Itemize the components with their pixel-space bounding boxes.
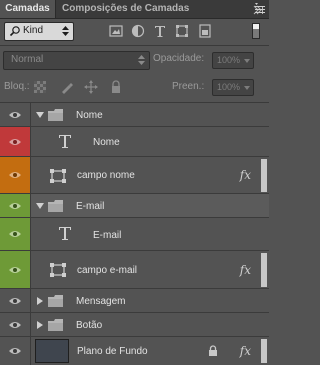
layer-name: Nome xyxy=(93,137,120,148)
shape-icon[interactable] xyxy=(175,24,189,38)
layer-background[interactable]: Plano de Fundo fx xyxy=(0,337,269,365)
layer-name: Botão xyxy=(76,320,103,331)
filter-kind-select[interactable]: Kind xyxy=(4,22,74,41)
layer-group-botao[interactable]: Botão xyxy=(0,313,269,337)
expand-arrow-down-icon[interactable] xyxy=(36,112,44,118)
tab-composicoes-de-camadas[interactable]: Composições de Camadas xyxy=(62,0,189,18)
adjustment-icon[interactable] xyxy=(131,24,145,38)
layer-name: Nome xyxy=(76,110,103,121)
layer-effects-icon[interactable]: fx xyxy=(240,344,251,358)
visibility-toggle[interactable] xyxy=(0,127,31,156)
layer-group-e-mail[interactable]: E-mail xyxy=(0,194,269,218)
folder-icon xyxy=(48,109,63,121)
eye-icon xyxy=(9,231,21,237)
divider xyxy=(0,45,269,46)
eye-icon xyxy=(9,172,21,178)
lock-image-pixels-icon[interactable] xyxy=(60,80,74,94)
layer-name: E-mail xyxy=(76,201,105,212)
layer-name: E-mail xyxy=(93,230,122,241)
visibility-toggle[interactable] xyxy=(0,157,31,193)
layer-group-nome[interactable]: Nome xyxy=(0,103,269,127)
visibility-toggle[interactable] xyxy=(0,251,31,288)
effects-expand-handle[interactable] xyxy=(261,159,267,192)
folder-icon xyxy=(48,295,63,307)
opacity-label: Opacidade: xyxy=(153,53,205,64)
chevron-down-icon xyxy=(244,59,250,63)
panel-tab-bar: Camadas Composições de Camadas xyxy=(0,0,269,19)
fill-value: 100% xyxy=(217,82,241,92)
layer-shape-campo-nome[interactable]: campo nome fx xyxy=(0,157,269,194)
lock-transparent-pixels-icon[interactable] xyxy=(33,80,47,94)
eye-icon xyxy=(9,138,21,145)
updown-arrow-icon xyxy=(138,55,145,65)
eye-icon xyxy=(9,321,21,328)
filter-kind-label: Kind xyxy=(23,25,44,36)
visibility-toggle[interactable] xyxy=(0,218,31,250)
layer-effects-icon[interactable]: fx xyxy=(240,263,251,277)
layer-shape-campo-e-mail[interactable]: campo e-mail fx xyxy=(0,251,269,289)
shape-layer-icon xyxy=(50,263,66,277)
eye-icon xyxy=(9,297,21,304)
visibility-toggle[interactable] xyxy=(0,337,31,365)
visibility-toggle[interactable] xyxy=(0,103,31,126)
layer-name: Plano de Fundo xyxy=(77,346,148,357)
search-icon xyxy=(9,26,20,37)
effects-expand-handle[interactable] xyxy=(261,253,267,287)
fill-field[interactable]: 100% xyxy=(212,79,254,96)
text-layer-icon xyxy=(59,227,71,240)
panel-options-icon[interactable] xyxy=(254,3,266,15)
eye-icon xyxy=(9,111,21,118)
layer-name: campo e-mail xyxy=(77,265,138,276)
eye-icon xyxy=(9,348,21,354)
visibility-toggle[interactable] xyxy=(0,194,31,217)
updown-arrow-icon xyxy=(62,26,69,36)
shape-layer-icon xyxy=(50,169,66,183)
expand-arrow-right-icon[interactable] xyxy=(37,297,43,305)
type-icon[interactable] xyxy=(153,24,167,38)
opacity-value: 100% xyxy=(217,55,241,65)
blend-mode-select[interactable]: Normal xyxy=(3,51,150,70)
folder-icon xyxy=(48,319,63,331)
smart-object-icon[interactable] xyxy=(198,24,212,38)
layer-text-nome[interactable]: Nome xyxy=(0,127,269,157)
chevron-down-icon xyxy=(244,86,250,90)
visibility-toggle[interactable] xyxy=(0,313,31,336)
image-icon[interactable] xyxy=(109,24,123,38)
expand-arrow-down-icon[interactable] xyxy=(36,203,44,209)
layer-group-mensagem[interactable]: Mensagem xyxy=(0,289,269,313)
layer-effects-icon[interactable]: fx xyxy=(240,168,251,182)
filter-toggle[interactable] xyxy=(252,23,260,39)
lock-icon xyxy=(209,345,217,356)
opacity-field[interactable]: 100% xyxy=(212,52,254,69)
layer-text-e-mail[interactable]: E-mail xyxy=(0,218,269,251)
visibility-toggle[interactable] xyxy=(0,289,31,312)
layers-list: Nome Nome campo nome fx E-mail E-mail ca… xyxy=(0,103,269,365)
expand-arrow-right-icon[interactable] xyxy=(37,321,43,329)
eye-icon xyxy=(9,202,21,209)
effects-expand-handle[interactable] xyxy=(261,339,267,363)
layer-name: campo nome xyxy=(77,170,135,181)
folder-icon xyxy=(48,200,63,212)
tab-camadas[interactable]: Camadas xyxy=(0,0,56,18)
layer-name: Mensagem xyxy=(76,296,126,307)
layer-thumbnail xyxy=(35,339,69,363)
lock-all-icon[interactable] xyxy=(109,80,123,94)
blend-mode-label: Normal xyxy=(11,54,44,65)
eye-icon xyxy=(9,266,21,273)
lock-position-icon[interactable] xyxy=(84,80,98,94)
lock-label: Bloq.: xyxy=(4,81,30,92)
fill-label: Preen.: xyxy=(172,81,205,92)
text-layer-icon xyxy=(59,135,71,148)
